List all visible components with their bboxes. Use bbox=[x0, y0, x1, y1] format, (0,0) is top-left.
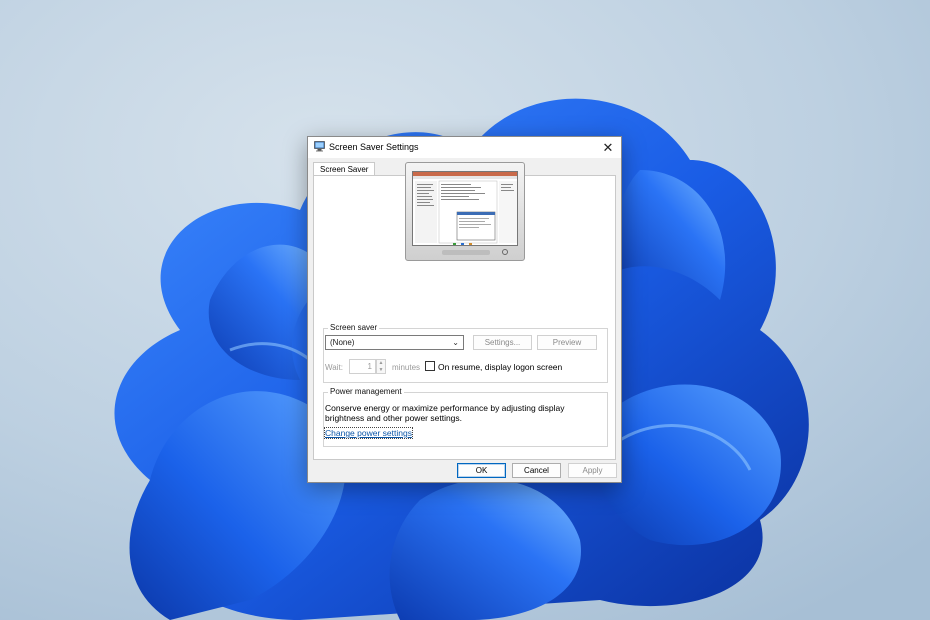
title-bar[interactable]: Screen Saver Settings ✕ bbox=[308, 137, 621, 158]
chevron-down-icon: ⌄ bbox=[452, 338, 459, 347]
screen-saver-selected-value: (None) bbox=[330, 338, 355, 347]
wait-label: Wait: bbox=[325, 363, 343, 372]
power-management-description: Conserve energy or maximize performance … bbox=[325, 403, 565, 423]
screen-saver-monitor-icon bbox=[314, 141, 325, 152]
spin-down-icon[interactable]: ▼ bbox=[377, 367, 385, 373]
close-button[interactable]: ✕ bbox=[595, 137, 621, 158]
dialog-title: Screen Saver Settings bbox=[329, 142, 419, 152]
preview-button[interactable]: Preview bbox=[537, 335, 597, 350]
wait-minutes-input[interactable]: 1 bbox=[349, 359, 376, 374]
screen-saver-group-label: Screen saver bbox=[328, 323, 380, 332]
power-management-group-label: Power management bbox=[328, 387, 404, 396]
screen-saver-settings-dialog: Screen Saver Settings ✕ Screen Saver Scr… bbox=[307, 136, 622, 483]
change-power-settings-link[interactable]: Change power settings bbox=[324, 427, 413, 439]
monitor-preview bbox=[405, 162, 525, 261]
settings-button[interactable]: Settings... bbox=[473, 335, 532, 350]
apply-button[interactable]: Apply bbox=[568, 463, 617, 478]
minutes-label: minutes bbox=[392, 363, 421, 372]
wait-spinner[interactable]: ▲ ▼ bbox=[376, 359, 386, 374]
power-led-icon bbox=[502, 249, 508, 255]
close-icon: ✕ bbox=[602, 139, 614, 155]
resume-logon-label[interactable]: On resume, display logon screen bbox=[438, 362, 562, 372]
resume-logon-checkbox[interactable] bbox=[425, 361, 435, 371]
cancel-button[interactable]: Cancel bbox=[512, 463, 561, 478]
monitor-stand bbox=[442, 250, 490, 255]
spin-up-icon[interactable]: ▲ bbox=[377, 360, 385, 366]
preview-screenshot-thumbnail bbox=[413, 172, 517, 245]
preview-screen bbox=[412, 171, 518, 246]
screen-saver-select[interactable]: (None) ⌄ bbox=[325, 335, 464, 350]
ok-button[interactable]: OK bbox=[457, 463, 506, 478]
